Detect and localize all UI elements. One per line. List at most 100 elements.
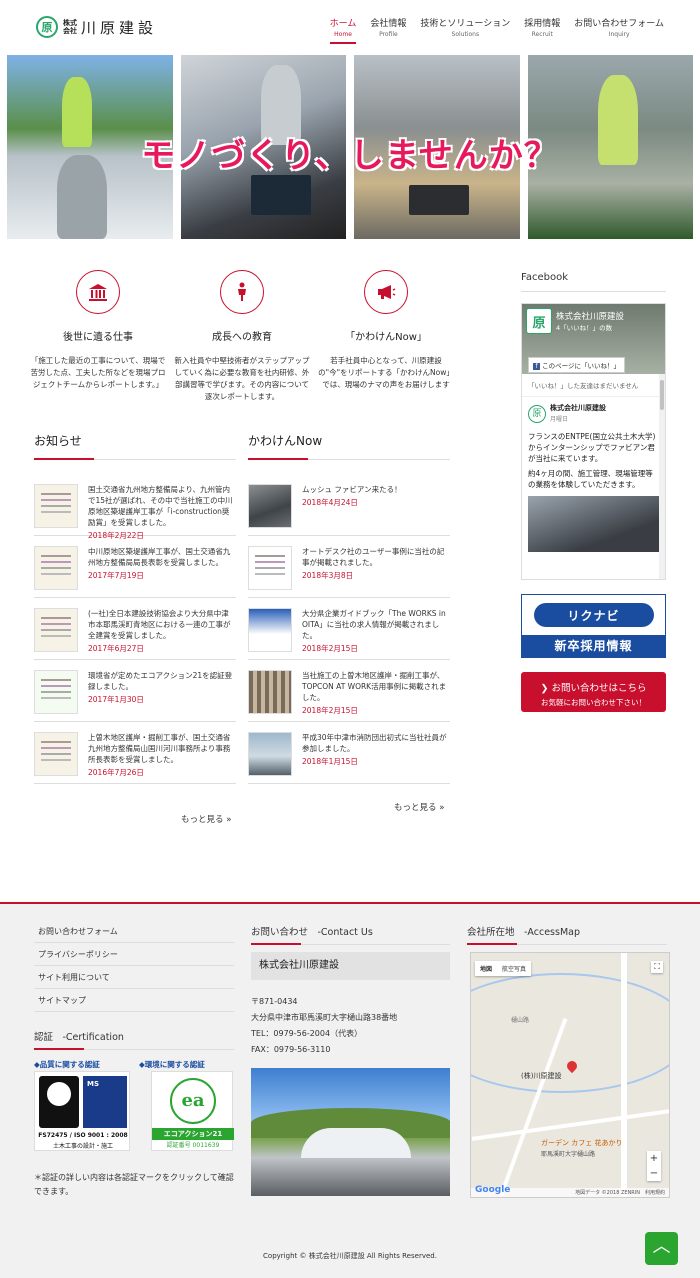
news-item[interactable]: 環境省が定めたエコアクション21を認証登録しました。 2017年1月30日 — [34, 660, 236, 722]
fb-post-author[interactable]: 株式会社川原建設 — [550, 403, 606, 414]
nav-profile[interactable]: 会社情報 Profile — [370, 16, 406, 44]
ea21-logo-icon: ea — [170, 1078, 216, 1124]
kawaken-list: ムッシュ ファビアン来たる！ 2018年4月24日 オートデスク社のユーザー事例に… — [248, 474, 450, 784]
facebook-icon: f — [533, 363, 540, 370]
cert-quality-label: ◆品質に関する認証 — [34, 1060, 100, 1069]
site-logo[interactable]: 原 株式 会社 川原建設 — [36, 16, 157, 38]
fb-post-image[interactable] — [528, 496, 659, 552]
fb-page-name[interactable]: 株式会社川原建設 — [556, 310, 624, 322]
nav-home[interactable]: ホーム Home — [329, 16, 357, 44]
feature-desc: 「施工した最近の工事について、現場で苦労した点、工夫した所などを現場プロジェクト… — [30, 356, 166, 389]
kawaken-item[interactable]: ムッシュ ファビアン来たる！ 2018年4月24日 — [248, 474, 450, 536]
hero-banner: モノづくり、しませんか？ — [7, 55, 693, 239]
zoom-in-icon[interactable]: + — [647, 1151, 661, 1166]
kawaken-item[interactable]: 当社施工の上曽木地区護岸・掘削工事が、TOPCON AT WORK活用事例に掲載… — [248, 660, 450, 722]
nav-solutions[interactable]: 技術とソリューション Solutions — [420, 16, 510, 44]
news-text: 上曽木地区護岸・掘削工事が、国土交通省九州地方整備局山国川河川事務所より事務所長… — [88, 733, 231, 764]
fb-scrollbar[interactable] — [659, 374, 665, 579]
contact-button[interactable]: ❯ お問い合わせはこちら お気軽にお問い合わせ下さい！ — [521, 672, 666, 712]
facebook-divider — [521, 291, 666, 292]
access-map[interactable]: 地図 航空写真 ⛶ 樋山路 (株)川原建設 ガーデン カフェ 花あかり 耶馬溪町… — [470, 952, 670, 1198]
company-building-photo — [251, 1068, 450, 1196]
iso-cert-badge[interactable]: MS FS72475 / ISO 9001 : 2008 土木工事の設計・施工 — [34, 1071, 130, 1151]
rikunabi-banner[interactable]: リクナビ 新卒採用情報 — [521, 594, 666, 658]
kawaken-thumbnail — [248, 608, 292, 652]
kawaken-item[interactable]: 平成30年中津市消防団出初式に当社社員が参加しました。 2018年1月15日 — [248, 722, 450, 784]
footer-link-terms[interactable]: サイト利用について — [34, 966, 234, 989]
cert-env-label: ◆環境に関する認証 — [139, 1060, 205, 1069]
chevron-right-icon: ❯ — [540, 683, 552, 694]
kawaken-date: 2018年1月15日 — [302, 757, 358, 766]
fb-like-button[interactable]: f このページに「いいね！」 — [528, 357, 625, 373]
fb-post-text: フランスのENTPE(国立公共土木大学)からインターンシップでファビアン君が当社… — [528, 432, 656, 463]
logo-mark-icon: 原 — [36, 16, 58, 38]
map-tab-satellite[interactable]: 航空写真 — [497, 961, 531, 976]
news-thumbnail — [34, 546, 78, 590]
facebook-widget[interactable]: 原 株式会社川原建設 4「いいね！」の数 f このページに「いいね！」 「いいね… — [521, 303, 666, 580]
fb-like-button-label: このページに「いいね！」 — [542, 362, 620, 370]
hero-monitor — [250, 175, 311, 215]
map-label-cafe: ガーデン カフェ 花あかり — [541, 1139, 623, 1147]
kawaken-text: 大分県企業ガイドブック「The WORKS in OITA」に当社の求人情報が掲… — [302, 609, 446, 640]
nav-inquiry[interactable]: お問い合わせフォーム Inquiry — [574, 16, 664, 44]
map-label-company: (株)川原建設 — [521, 1072, 562, 1080]
feature-education[interactable]: 成長への教育 新入社員や中堅技術者がステップアップしていく為に必要な教育を社内研… — [172, 270, 312, 403]
footer-link-inquiry[interactable]: お問い合わせフォーム — [34, 920, 234, 943]
kawaken-thumbnail — [248, 484, 292, 528]
logo-company-name: 川原建設 — [81, 18, 158, 37]
logo-kabu-top: 株式 — [63, 19, 77, 27]
kawaken-more-link[interactable]: もっと見る » — [394, 801, 444, 813]
map-zoom-control[interactable]: + − — [647, 1151, 661, 1181]
ea21-cert-num: 認証番号 0011639 — [166, 1142, 220, 1149]
news-text: 中川原地区築堤護岸工事が、国土交通省九州地方整備局局長表彰を受賞しました。 — [88, 547, 231, 567]
fullscreen-icon[interactable]: ⛶ — [651, 961, 663, 973]
feature-title: 成長への教育 — [212, 332, 272, 343]
footer-tel[interactable]: TEL：0979-56-2004（代表） — [251, 1026, 397, 1042]
building-shape — [301, 1128, 411, 1158]
footer-link-sitemap[interactable]: サイトマップ — [34, 989, 234, 1012]
news-item[interactable]: 上曽木地区護岸・掘削工事が、国土交通省九州地方整備局山国川河川事務所より事務所長… — [34, 722, 236, 784]
nav-recruit[interactable]: 採用情報 Recruit — [524, 16, 560, 44]
news-more-link[interactable]: もっと見る » — [181, 813, 231, 825]
kawaken-item[interactable]: 大分県企業ガイドブック「The WORKS in OITA」に当社の求人情報が掲… — [248, 598, 450, 660]
footer-links: お問い合わせフォーム プライバシーポリシー サイト利用について サイトマップ — [34, 920, 234, 1012]
news-item[interactable]: 国土交通省九州地方整備局より、九州管内で15社が選ばれ、その中で当社施工の中川原… — [34, 474, 236, 540]
footer-link-privacy[interactable]: プライバシーポリシー — [34, 943, 234, 966]
logo-kabu-bottom: 会社 — [63, 27, 77, 35]
bsi-mark-icon — [47, 1082, 71, 1106]
map-label-school: 耶馬溪町大字樋山路 — [541, 1151, 596, 1158]
jab-ms-icon: MS — [87, 1080, 100, 1088]
contact-button-text: お問い合わせはこちら — [551, 683, 647, 694]
cert-note: ＊認証の詳しい内容は各認証マークをクリックして確認できます。 — [34, 1173, 234, 1196]
contact-heading: お問い合わせ -Contact Us — [251, 924, 450, 945]
map-river — [471, 973, 669, 1093]
iso-cert-text: FS72475 / ISO 9001 : 2008 — [38, 1132, 128, 1139]
news-thumbnail — [34, 732, 78, 776]
nav-profile-label: 会社情報 — [370, 19, 407, 29]
nav-inquiry-sublabel: Inquiry — [608, 31, 630, 38]
back-to-top-button[interactable]: ︿ — [645, 1232, 678, 1265]
cert-heading: 認証 -Certification — [34, 1029, 234, 1050]
facebook-heading: Facebook — [521, 272, 568, 283]
feature-desc: 新入社員や中堅技術者がステップアップしていく為に必要な教育を社内研修、外部講習等… — [174, 356, 310, 401]
kawaken-heading: かわけんNow — [248, 432, 450, 460]
person-icon — [220, 270, 264, 314]
footer-company-name: 株式会社川原建設 — [251, 952, 450, 980]
bsi-logo — [39, 1076, 79, 1128]
fb-post-text: 約4ヶ月の間、施工管理、現場管理等の業務を体験していただきます。 — [528, 469, 653, 489]
news-item[interactable]: 中川原地区築堤護岸工事が、国土交通省九州地方整備局局長表彰を受賞しました。 201… — [34, 536, 236, 598]
news-list: 国土交通省九州地方整備局より、九州管内で15社が選ばれ、その中で当社施工の中川原… — [34, 474, 236, 784]
ea21-cert-badge[interactable]: ea エコアクション21 認証番号 0011639 — [151, 1071, 234, 1151]
site-header: 原 株式 会社 川原建設 ホーム Home 会社情報 Profile 技術とソリュー… — [0, 0, 700, 55]
feature-legacy-work[interactable]: 後世に遺る仕事 「施工した最近の工事について、現場で苦労した点、工夫した所などを… — [28, 270, 168, 391]
feature-kawaken-now[interactable]: 「かわけんNow」 若手社員中心となって、川原建設の"今"をリポートする「かわけ… — [316, 270, 456, 391]
map-tab-map[interactable]: 地図 — [475, 961, 497, 976]
news-date: 2017年1月30日 — [88, 695, 144, 704]
iso-cert-sub: 土木工事の設計・施工 — [52, 1143, 113, 1150]
news-item[interactable]: (一社)全日本建設技術協会より大分県中津市本耶馬渓町青地区における一連の工事が全… — [34, 598, 236, 660]
nav-recruit-label: 採用情報 — [524, 19, 561, 29]
building-icon — [76, 270, 120, 314]
kawaken-item[interactable]: オートデスク社のユーザー事例に当社の記事が掲載されました。 2018年3月8日 — [248, 536, 450, 598]
zoom-out-icon[interactable]: − — [647, 1166, 661, 1181]
map-type-tabs: 地図 航空写真 — [475, 961, 532, 976]
